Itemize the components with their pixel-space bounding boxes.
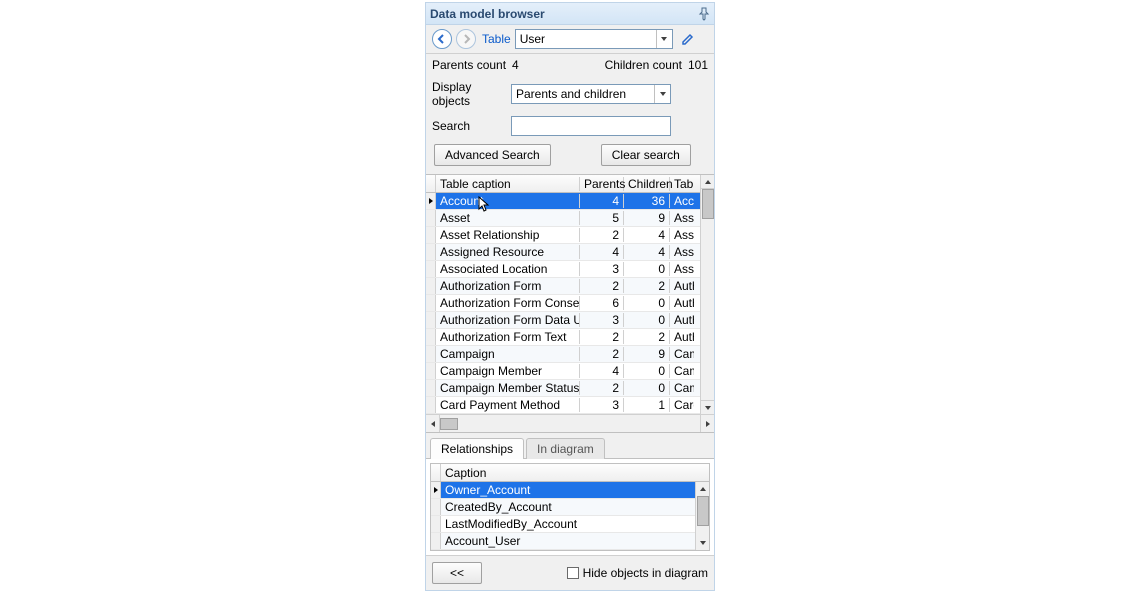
table-row[interactable]: Authorization Form22Auth [426,278,714,295]
list-item[interactable]: CreatedBy_Account [431,499,709,516]
grid-header: Table caption Parents Children Tabl [426,175,714,193]
display-objects-row: Display objects [426,76,714,112]
display-objects-input[interactable] [512,85,654,103]
data-model-browser-panel: Data model browser Table [425,2,715,591]
list-item[interactable]: Account_User [431,533,709,550]
footer: << Hide objects in diagram [426,555,714,590]
search-input[interactable] [511,116,671,136]
vertical-scrollbar[interactable] [695,482,709,550]
column-caption[interactable]: Table caption [436,177,580,191]
main-grid: Table caption Parents Children Tabl Acco… [426,174,714,433]
table-row[interactable]: Asset59Asse [426,210,714,227]
scroll-up-icon[interactable] [701,175,714,189]
chevron-down-icon[interactable] [656,30,672,48]
tab-relationships[interactable]: Relationships [430,438,524,459]
horizontal-scrollbar[interactable] [426,414,714,432]
scrollbar-thumb[interactable] [697,496,709,526]
parents-count-label: Parents count [432,58,506,72]
table-row[interactable]: Account436Acco [426,193,714,210]
tab-in-diagram[interactable]: In diagram [526,438,605,459]
scroll-down-icon[interactable] [701,400,714,414]
pin-icon[interactable] [698,7,710,21]
edit-icon[interactable] [681,32,695,46]
clear-search-button[interactable]: Clear search [601,144,691,166]
scroll-up-icon[interactable] [696,482,709,496]
table-row[interactable]: Card Payment Method31Card [426,397,714,414]
list-item[interactable]: LastModifiedBy_Account [431,516,709,533]
scroll-left-icon[interactable] [426,415,440,432]
table-row[interactable]: Campaign Member Status20Cam [426,380,714,397]
search-label: Search [432,119,506,133]
table-combo[interactable] [515,29,673,49]
table-row[interactable]: Assigned Resource44Assi [426,244,714,261]
scrollbar-thumb[interactable] [702,189,714,219]
parents-count-value: 4 [512,58,519,72]
table-row[interactable]: Authorization Form Text22Auth [426,329,714,346]
display-objects-combo[interactable] [511,84,671,104]
children-count-value: 101 [688,58,708,72]
table-row[interactable]: Asset Relationship24Asse [426,227,714,244]
search-buttons-row: Advanced Search Clear search [426,140,714,174]
table-row[interactable]: Campaign Member40Cam [426,363,714,380]
table-label: Table [482,32,511,46]
search-row: Search [426,112,714,140]
scrollbar-thumb[interactable] [440,418,458,430]
gutter-column [426,175,436,192]
detail-header: Caption [431,464,709,482]
detail-tabs: Relationships In diagram [426,433,714,459]
column-parents[interactable]: Parents [580,177,624,191]
table-row[interactable]: Associated Location30Asso [426,261,714,278]
navigation-toolbar: Table [426,25,714,54]
chevron-down-icon[interactable] [654,85,670,103]
column-extra[interactable]: Tabl [670,177,694,191]
back-page-button[interactable]: << [432,562,482,584]
hide-objects-checkbox[interactable]: Hide objects in diagram [567,566,708,580]
children-count-label: Children count [605,58,682,72]
table-row[interactable]: Authorization Form Data Use30Auth [426,312,714,329]
forward-button[interactable] [456,29,476,49]
vertical-scrollbar[interactable] [700,175,714,414]
table-input[interactable] [516,30,656,48]
back-button[interactable] [432,29,452,49]
advanced-search-button[interactable]: Advanced Search [434,144,551,166]
scroll-right-icon[interactable] [700,415,714,432]
display-objects-label: Display objects [432,80,506,108]
checkbox-box[interactable] [567,567,579,579]
detail-grid: Caption Owner_AccountCreatedBy_AccountLa… [430,463,710,551]
titlebar: Data model browser [426,3,714,25]
panel-title: Data model browser [430,7,698,21]
scroll-down-icon[interactable] [696,536,709,550]
detail-column-caption[interactable]: Caption [441,466,709,480]
counts-row: Parents count 4 Children count 101 [426,54,714,76]
hide-objects-label: Hide objects in diagram [583,566,708,580]
list-item[interactable]: Owner_Account [431,482,709,499]
table-row[interactable]: Campaign29Cam [426,346,714,363]
column-children[interactable]: Children [624,177,670,191]
gutter-column [431,464,441,481]
table-row[interactable]: Authorization Form Consent60Auth [426,295,714,312]
